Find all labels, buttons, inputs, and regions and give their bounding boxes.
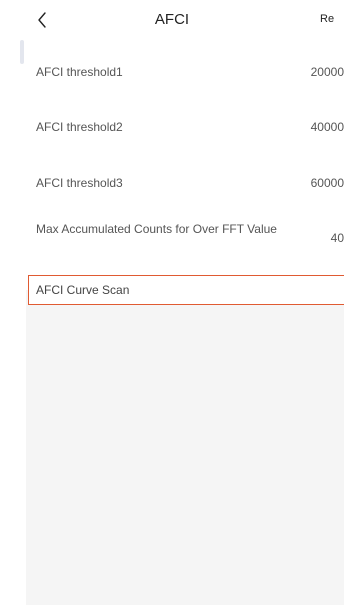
curve-scan-label: AFCI Curve Scan xyxy=(36,283,130,297)
setting-row-afci-threshold1[interactable]: AFCI threshold1 20000 xyxy=(26,62,344,82)
header-bar: AFCI Re xyxy=(0,0,344,40)
header-right-action[interactable]: Re xyxy=(320,13,344,25)
scroll-indicator[interactable] xyxy=(20,40,24,64)
setting-label: AFCI threshold1 xyxy=(36,65,123,79)
afci-curve-scan-button[interactable]: AFCI Curve Scan xyxy=(28,275,344,305)
setting-value: 40000 xyxy=(310,120,344,134)
setting-label: AFCI threshold3 xyxy=(36,176,123,190)
setting-value: 20000 xyxy=(310,65,344,79)
setting-row-afci-threshold2[interactable]: AFCI threshold2 40000 xyxy=(26,117,344,137)
setting-value: 60000 xyxy=(310,176,344,190)
setting-row-max-accumulated-counts[interactable]: Max Accumulated Counts for Over FFT Valu… xyxy=(26,219,344,259)
setting-label: Max Accumulated Counts for Over FFT Valu… xyxy=(36,222,277,236)
page-title: AFCI xyxy=(154,11,190,28)
setting-label: AFCI threshold2 xyxy=(36,120,123,134)
setting-row-afci-threshold3[interactable]: AFCI threshold3 60000 xyxy=(26,173,344,193)
setting-value: 40 xyxy=(330,231,344,245)
